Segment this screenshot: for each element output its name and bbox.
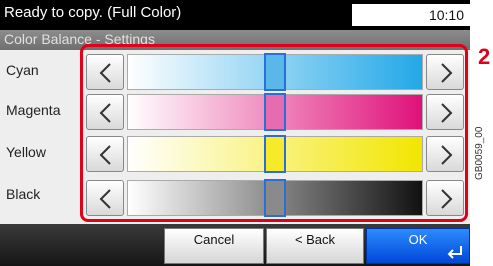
document-code: GB0059_00 [474, 126, 485, 180]
cancel-button[interactable]: Cancel [164, 228, 264, 264]
step-number: 2 [478, 44, 491, 69]
row-label-black: Black [6, 186, 41, 202]
row-label-yellow: Yellow [6, 144, 46, 160]
row-label-cyan: Cyan [6, 62, 39, 78]
back-button-label: < Back [294, 232, 336, 247]
enter-icon [447, 246, 462, 259]
cancel-button-label: Cancel [193, 232, 235, 247]
back-button[interactable]: < Back [266, 228, 364, 264]
status-message: Ready to copy. (Full Color) [4, 4, 182, 21]
row-label-magenta: Magenta [6, 102, 61, 118]
status-time: 10:10 [428, 7, 464, 23]
ok-button[interactable]: OK [366, 228, 470, 264]
highlight-frame [80, 44, 468, 222]
copy-screen: Ready to copy. (Full Color) 10:10 Color … [0, 0, 470, 266]
status-bar: Ready to copy. (Full Color) 10:10 [0, 0, 470, 30]
